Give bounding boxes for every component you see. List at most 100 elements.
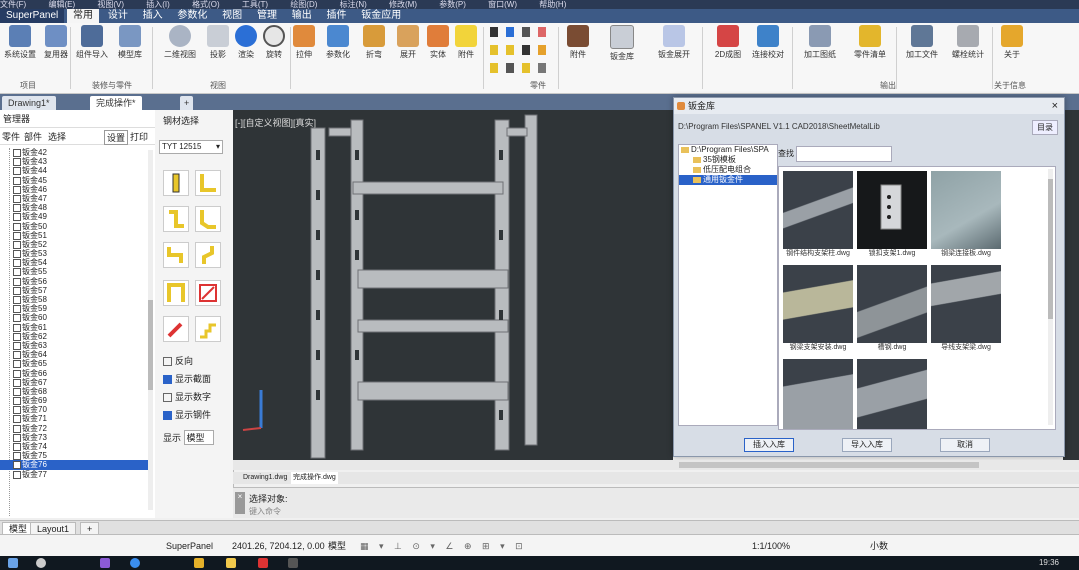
checkbox[interactable] — [163, 375, 172, 385]
stair-button[interactable] — [195, 316, 221, 342]
checkbox[interactable] — [13, 378, 21, 387]
search-input[interactable] — [796, 146, 892, 162]
command-input[interactable]: 键入命令 — [249, 506, 1049, 516]
menu-item[interactable]: 修改(M) — [389, 0, 417, 9]
checkbox[interactable] — [13, 443, 21, 451]
system-settings-button[interactable]: 系统设置 — [0, 25, 40, 60]
checkbox[interactable] — [13, 277, 21, 286]
menu-item[interactable]: 视图(V) — [97, 0, 124, 9]
checkbox[interactable] — [13, 194, 21, 203]
search-icon[interactable] — [36, 558, 46, 568]
menu-item[interactable]: 插入(I) — [146, 0, 170, 9]
checkbox[interactable] — [163, 357, 172, 367]
checkbox[interactable] — [13, 204, 21, 213]
profile-s-button[interactable] — [163, 242, 189, 268]
tool-icon[interactable] — [538, 27, 546, 37]
thumbnail-item[interactable] — [783, 359, 853, 429]
option-show-steel[interactable]: 显示钢件 — [163, 408, 211, 421]
tree-item[interactable]: 钣金63 — [0, 341, 150, 350]
profile-l-button[interactable] — [195, 170, 221, 196]
profile-custom-button[interactable] — [195, 280, 221, 306]
checkbox[interactable] — [13, 360, 21, 369]
ribbon-tab[interactable]: 输出 — [286, 9, 318, 23]
tree-item[interactable]: 钣金49 — [0, 212, 150, 222]
tree-item[interactable]: 钣金57 — [0, 286, 150, 295]
pdf-icon[interactable] — [258, 558, 268, 568]
ribbon-tab-home[interactable]: 常用 — [67, 9, 100, 23]
checkbox[interactable] — [13, 176, 21, 185]
checkbox[interactable] — [13, 406, 21, 415]
mail-icon[interactable] — [288, 558, 298, 568]
menu-item[interactable]: 格式(O) — [192, 0, 220, 9]
tool-icon[interactable] — [490, 63, 498, 73]
checkbox[interactable] — [13, 222, 21, 231]
checkbox[interactable] — [13, 149, 21, 157]
tree-item[interactable]: 钣金64 — [0, 350, 150, 360]
tree-item[interactable]: 钣金71 — [0, 414, 150, 424]
tool-icon[interactable] — [506, 27, 514, 37]
tree-item[interactable]: 钣金42 — [0, 148, 150, 157]
thumbnail-item[interactable]: 锁扣支架1.dwg — [857, 171, 927, 261]
menu-item[interactable]: 工具(T) — [242, 0, 268, 9]
tree-item[interactable]: 钣金62 — [0, 332, 150, 341]
folder-item-selected[interactable]: 通用钣金件 — [679, 175, 777, 185]
ribbon-tab[interactable]: 管理 — [251, 9, 283, 23]
edit-button[interactable] — [163, 316, 189, 342]
checkbox[interactable] — [13, 452, 21, 461]
menu-item[interactable]: 绘图(D) — [290, 0, 317, 9]
ribbon-tab[interactable]: 插件 — [321, 9, 353, 23]
drawing-tab-active[interactable]: 完成操作.dwg — [291, 472, 338, 484]
tree-item[interactable]: 钣金55 — [0, 267, 150, 277]
tool-icon[interactable] — [538, 45, 546, 55]
panel-tab[interactable]: 部件 — [24, 130, 42, 143]
profile-bent-button[interactable] — [195, 206, 221, 232]
tool-icon[interactable] — [522, 45, 530, 55]
thumbnail-item[interactable] — [857, 359, 927, 429]
option-reverse[interactable]: 反向 — [163, 354, 193, 367]
checkbox[interactable] — [13, 470, 21, 479]
checkbox[interactable] — [13, 185, 21, 194]
process-drawing-button[interactable]: 加工图纸 — [800, 25, 840, 60]
bolt-stats-button[interactable]: 螺栓统计 — [948, 25, 988, 60]
checkbox[interactable] — [13, 424, 21, 433]
folder-icon[interactable] — [226, 558, 236, 568]
tree-item[interactable]: 钣金52 — [0, 240, 150, 249]
menu-item[interactable]: 编辑(E) — [48, 0, 75, 9]
tool-icon[interactable] — [506, 45, 514, 55]
tree-item[interactable]: 钣金72 — [0, 424, 150, 433]
tree-item[interactable]: 钣金51 — [0, 231, 150, 240]
menu-item[interactable]: 标注(N) — [340, 0, 367, 9]
option-show-number[interactable]: 显示数字 — [163, 390, 211, 403]
checkbox[interactable] — [13, 397, 21, 406]
checkbox[interactable] — [13, 461, 21, 470]
tree-item[interactable]: 钣金59 — [0, 304, 150, 314]
doc-tab-drawing1[interactable]: Drawing1* — [2, 96, 56, 110]
cad-icon[interactable] — [194, 558, 204, 568]
tool-icon[interactable] — [522, 63, 530, 73]
checkbox[interactable] — [13, 286, 21, 295]
attachment-button[interactable]: 附件 — [446, 25, 486, 60]
folder-item[interactable]: D:\Program Files\SPA — [679, 145, 777, 155]
thumbnail-item[interactable]: 钢梁连接板.dwg — [931, 171, 1001, 261]
model-library-button[interactable]: 模型库 — [110, 25, 150, 60]
tree-item[interactable]: 钣金69 — [0, 396, 150, 406]
param-button[interactable]: 参数化 — [318, 25, 358, 60]
checkbox[interactable] — [13, 332, 21, 341]
menu-item[interactable]: 参数(P) — [439, 0, 466, 9]
component-import-button[interactable]: 组件导入 — [72, 25, 112, 60]
tree-item[interactable]: 钣金77 — [0, 470, 150, 479]
tree-item[interactable]: 钣金53 — [0, 249, 150, 259]
tool-icon[interactable] — [490, 27, 498, 37]
tree-item[interactable]: 钣金75 — [0, 451, 150, 461]
new-tab-button[interactable]: + — [180, 96, 194, 110]
thumbnail-item[interactable]: 钢件结构支架柱.dwg — [783, 171, 853, 261]
tree-item[interactable]: 钣金56 — [0, 277, 150, 286]
status-toggles[interactable]: ▦ ▾ ⊥ ⊙ ▾ ∠ ⊕ ⊞ ▾ ⊡ — [360, 535, 527, 557]
thumbnail-scrollbar[interactable] — [1048, 169, 1053, 425]
panel-tab[interactable]: 零件 — [2, 130, 20, 143]
tool-icon[interactable] — [538, 63, 546, 73]
tree-item[interactable]: 钣金67 — [0, 378, 150, 387]
checkbox[interactable] — [13, 369, 21, 378]
import-library-button[interactable]: 导入入库 — [842, 438, 892, 452]
drawing-tab[interactable]: Drawing1.dwg — [243, 472, 287, 484]
